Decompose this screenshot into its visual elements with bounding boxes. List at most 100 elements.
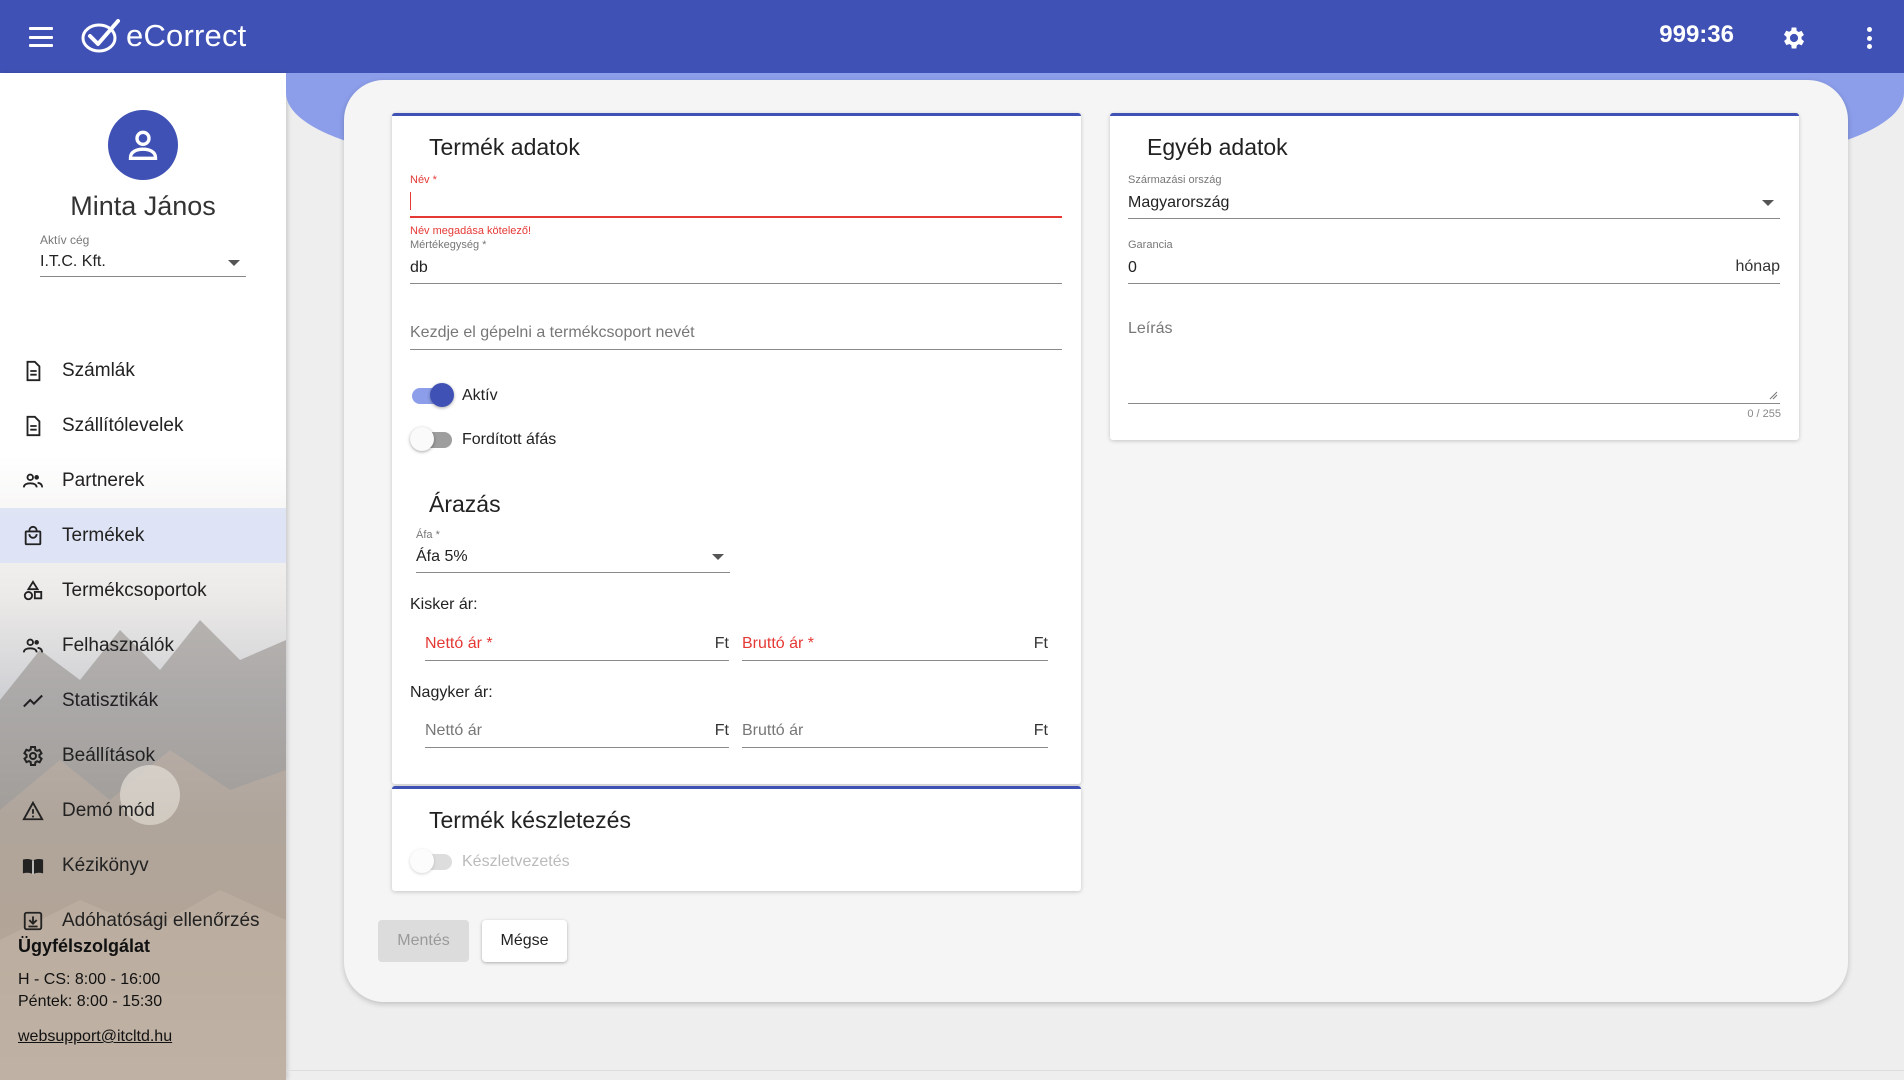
shapes-icon [20,578,46,604]
stock-toggle[interactable]: Készletvezetés [410,849,570,873]
save-button[interactable]: Mentés [378,920,469,962]
company-label: Aktív cég [40,233,90,247]
retail-net-placeholder: Nettó ár * [425,635,493,652]
unit-field-label: Mértékegység * [410,239,487,251]
product-details-title: Termék adatok [429,134,580,160]
user-avatar[interactable] [108,110,178,180]
product-group-placeholder: Kezdje el gépelni a termékcsoport nevét [410,324,695,341]
sidebar-nav: Számlák Szállítólevelek Partnerek Termék… [0,343,286,948]
currency-suffix: Ft [1033,635,1048,652]
unit-input[interactable]: db [410,253,1062,284]
download-box-icon [20,908,46,934]
wholesale-gross-price-input[interactable]: Bruttó ár Ft [742,714,1048,748]
sidebar-item-partnerek[interactable]: Partnerek [0,453,286,508]
session-timer: 999:36 [1659,21,1734,48]
document-icon [20,413,46,439]
unit-value: db [410,259,428,276]
footer-divider [286,1070,1904,1071]
other-details-title: Egyéb adatok [1147,134,1288,160]
more-vert-icon[interactable] [1864,24,1874,52]
support-hours-friday: Péntek: 8:00 - 15:30 [18,993,163,1010]
support-email-link[interactable]: websupport@itcltd.hu [18,1028,172,1046]
description-textarea[interactable]: Leírás [1128,316,1780,404]
sidebar-item-label: Termékek [62,524,145,546]
stock-toggle-label: Készletvezetés [462,853,570,870]
sidebar-item-label: Demó mód [62,799,155,821]
cancel-button[interactable]: Mégse [482,920,567,962]
support-title: Ügyfélszolgálat [18,936,151,956]
sidebar-item-termekek[interactable]: Termékek [0,508,286,563]
top-app-bar: eCorrect 999:36 [0,0,1904,73]
sidebar-item-label: Beállítások [62,744,155,766]
vat-value: Áfa 5% [416,548,468,565]
person-icon [128,130,158,160]
sidebar-item-statisztikak[interactable]: Statisztikák [0,673,286,728]
product-group-input[interactable]: Kezdje el gépelni a termékcsoport nevét [410,312,1062,350]
sidebar-item-kezikonyv[interactable]: Kézikönyv [0,838,286,893]
reverse-vat-toggle[interactable]: Fordított áfás [410,427,556,451]
company-select[interactable]: I.T.C. Kft. [40,249,246,277]
gear-icon [20,743,46,769]
currency-suffix: Ft [714,722,729,739]
stock-title: Termék készletezés [429,807,631,833]
warranty-unit-suffix: hónap [1735,258,1781,275]
menu-icon[interactable] [24,24,58,50]
sidebar-item-label: Szállítólevelek [62,414,184,436]
sidebar-item-felhasznalok[interactable]: Felhasználók [0,618,286,673]
wholesale-net-placeholder: Nettó ár [425,722,482,739]
resize-handle-icon[interactable] [1768,390,1778,400]
text-cursor [410,192,411,210]
document-icon [20,358,46,384]
warranty-value: 0 [1128,259,1137,276]
active-toggle-thumb [430,383,454,407]
name-error-message: Név megadása kötelező! [410,225,532,237]
brand-name: eCorrect [126,18,247,53]
vat-field-label: Áfa * [416,529,440,541]
sidebar-item-demo-mod[interactable]: Demó mód [0,783,286,838]
dropdown-arrow-icon [1762,200,1774,206]
sidebar-item-label: Adóhatósági ellenőrzés [62,909,260,931]
stock-toggle-track [410,849,452,873]
name-input[interactable] [410,188,1062,218]
reverse-vat-toggle-thumb [410,427,434,451]
sidebar-item-szallitolevelek[interactable]: Szállítólevelek [0,398,286,453]
origin-country-select[interactable]: Magyarország [1128,188,1780,219]
description-placeholder: Leírás [1128,320,1173,337]
sidebar-item-label: Számlák [62,359,135,381]
other-details-card: Egyéb adatok Származási ország Magyarors… [1110,113,1799,440]
active-toggle[interactable]: Aktív [412,383,498,407]
dropdown-arrow-icon [712,554,724,560]
sidebar-item-label: Statisztikák [62,689,159,711]
active-toggle-label: Aktív [462,387,498,404]
sidebar-item-label: Termékcsoportok [62,579,207,601]
retail-net-price-input[interactable]: Nettó ár * Ft [425,627,729,661]
stock-toggle-thumb [410,849,434,873]
retail-price-label: Kisker ár: [410,596,478,613]
dropdown-arrow-icon [228,260,240,266]
product-details-card: Termék adatok Név * Név megadása kötelez… [392,113,1081,784]
sidebar-item-beallitasok[interactable]: Beállítások [0,728,286,783]
settings-gear-icon[interactable] [1780,24,1808,52]
wholesale-net-price-input[interactable]: Nettó ár Ft [425,714,729,748]
pricing-title: Árazás [429,491,501,517]
retail-gross-price-input[interactable]: Bruttó ár * Ft [742,627,1048,661]
sidebar-item-label: Partnerek [62,469,145,491]
app-logo[interactable]: eCorrect [80,16,246,56]
description-char-counter: 0 / 255 [1747,408,1781,420]
reverse-vat-toggle-track [410,427,452,451]
retail-gross-placeholder: Bruttó ár * [742,635,815,652]
trend-icon [20,688,46,714]
sidebar-item-termekcsoportok[interactable]: Termékcsoportok [0,563,286,618]
currency-suffix: Ft [714,635,729,652]
user-name: Minta János [70,191,216,221]
vat-select[interactable]: Áfa 5% [416,542,730,573]
sidebar-item-szamlak[interactable]: Számlák [0,343,286,398]
sidebar: Minta János Aktív cég I.T.C. Kft. Számlá… [0,73,286,1080]
warning-icon [20,798,46,824]
origin-country-value: Magyarország [1128,194,1230,211]
wholesale-price-label: Nagyker ár: [410,684,493,701]
active-toggle-track [412,383,454,407]
sidebar-item-label: Kézikönyv [62,854,149,876]
warranty-input[interactable]: 0 hónap [1128,253,1780,284]
people-icon [20,633,46,659]
